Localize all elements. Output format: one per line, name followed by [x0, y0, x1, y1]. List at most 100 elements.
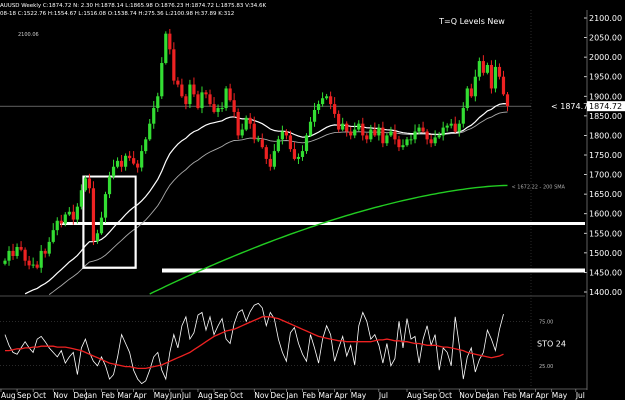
y-tick-label: 1750.00 — [589, 151, 622, 160]
candle-body — [164, 33, 168, 64]
candle — [481, 55, 485, 76]
candle — [111, 159, 116, 180]
candle — [284, 129, 288, 140]
x-tick-label: Sep — [214, 391, 228, 400]
candle-body — [397, 139, 401, 148]
candle — [296, 153, 301, 165]
candle-body — [136, 163, 140, 168]
y-tick-label: 1950.00 — [589, 73, 622, 82]
x-tick-label: Oct — [230, 391, 243, 400]
candle — [288, 130, 293, 152]
candle — [300, 145, 305, 161]
candle — [405, 136, 409, 147]
candle-body — [91, 188, 96, 242]
candle-body — [188, 84, 192, 105]
candle-body — [236, 111, 240, 136]
candle-body — [316, 104, 321, 110]
candle-body — [292, 149, 297, 159]
candle-body — [469, 88, 473, 97]
candle — [128, 151, 132, 161]
candle-body — [7, 250, 11, 261]
candle-body — [132, 158, 136, 164]
candle — [469, 83, 473, 98]
sma-200-line — [149, 184, 508, 295]
candle — [493, 59, 498, 93]
x-tick-label: Nov — [254, 391, 269, 400]
last-price-value: 1874.72 — [589, 102, 622, 111]
candle-body — [140, 151, 144, 168]
candle — [23, 247, 27, 266]
candle-body — [59, 220, 63, 224]
candle-body — [284, 131, 288, 136]
x-tick-label: Oct — [33, 391, 46, 400]
x-tick-label: Nov — [459, 391, 474, 400]
x-tick-label: Feb — [503, 391, 517, 400]
candle-body — [272, 151, 276, 167]
x-tick-label: Oct — [439, 391, 452, 400]
candle — [304, 133, 309, 154]
y-tick-label: 1600.00 — [589, 210, 622, 219]
y-tick-label: 1700.00 — [589, 171, 622, 180]
x-tick-label: May — [552, 391, 568, 400]
candle-body — [337, 113, 341, 130]
candle — [148, 118, 152, 141]
candle-body — [320, 98, 325, 105]
candle-body — [329, 96, 333, 105]
candle-body — [35, 264, 39, 268]
candle-body — [493, 66, 498, 89]
candle — [260, 133, 264, 149]
support-resistance-lines — [60, 222, 585, 273]
candle-body — [365, 135, 369, 140]
candle-body — [204, 92, 208, 95]
candle-body — [43, 250, 47, 254]
candle-body — [445, 125, 449, 128]
candle-body — [220, 108, 224, 110]
candle-body — [87, 178, 92, 189]
candle — [280, 125, 284, 145]
candle-body — [345, 123, 349, 132]
candle — [397, 135, 401, 152]
y-tick-label: 1800.00 — [589, 131, 622, 140]
candle-body — [264, 147, 268, 159]
stochastic-panel: 25.00 75.00 STO 24 — [0, 302, 566, 385]
candle — [184, 93, 188, 110]
header-info: AUUSD Weekly C:1874.72 N: 2.30 H:1878.14… — [0, 3, 267, 38]
x-tick-label: Feb — [302, 391, 316, 400]
candle-body — [477, 61, 481, 77]
candlesticks — [3, 28, 510, 273]
candle — [196, 90, 200, 110]
candle-body — [15, 246, 19, 256]
candle — [7, 246, 11, 266]
candle-body — [417, 127, 421, 132]
candle-body — [377, 127, 381, 136]
candle — [292, 142, 297, 161]
candle — [433, 130, 437, 146]
candle — [83, 176, 87, 192]
candle — [51, 223, 55, 244]
candle-body — [232, 100, 236, 112]
candle-body — [441, 127, 445, 136]
candle — [99, 211, 104, 235]
candle — [31, 257, 35, 269]
candle-body — [228, 88, 232, 101]
candle — [449, 118, 453, 129]
candle-body — [11, 250, 15, 256]
candle-body — [240, 129, 244, 136]
candle-body — [244, 117, 248, 130]
candle-body — [83, 178, 87, 191]
candle-body — [296, 156, 301, 159]
candle — [501, 70, 506, 96]
candle — [208, 89, 212, 107]
candle-body — [453, 123, 457, 132]
candle-body — [27, 260, 31, 266]
candle — [312, 102, 317, 127]
candle — [357, 120, 361, 132]
candle-body — [429, 139, 433, 144]
candle-body — [401, 145, 405, 148]
candle-body — [192, 84, 196, 95]
candle-body — [180, 84, 184, 97]
candle — [164, 31, 168, 65]
candle-body — [208, 94, 212, 105]
candle — [389, 126, 393, 137]
candle — [272, 144, 276, 170]
